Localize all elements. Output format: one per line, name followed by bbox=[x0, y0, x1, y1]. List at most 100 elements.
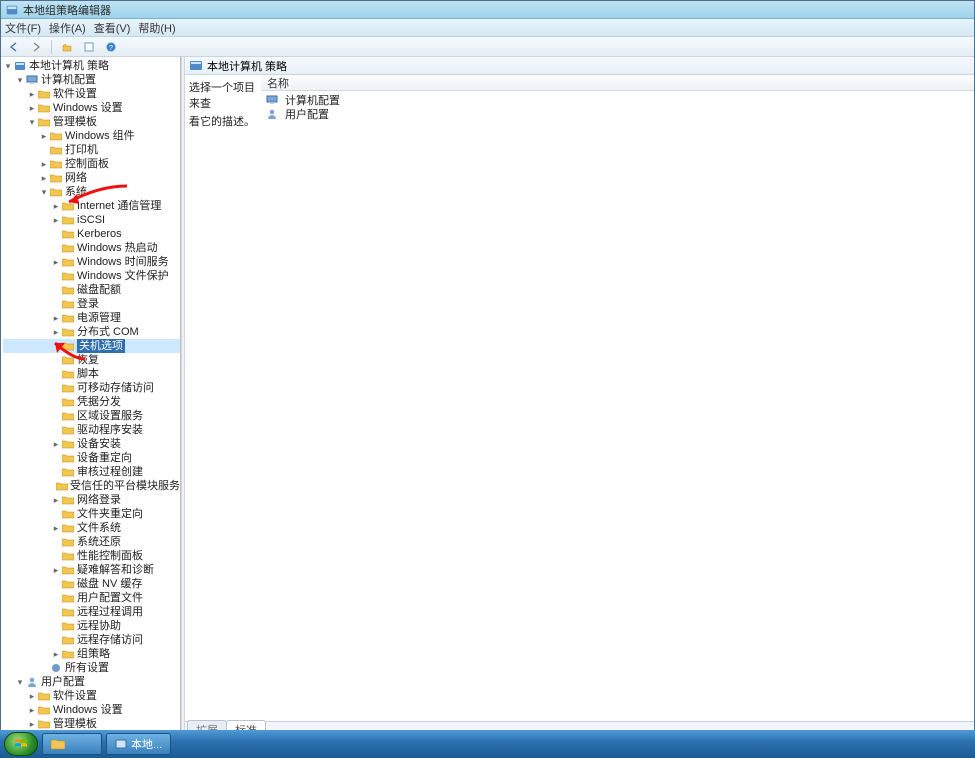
tree-all-settings[interactable]: 所有设置 bbox=[3, 661, 180, 675]
column-header-name[interactable]: 名称 bbox=[261, 75, 974, 91]
expand-icon[interactable]: ▸ bbox=[51, 563, 61, 577]
expand-icon[interactable]: ▸ bbox=[39, 171, 49, 185]
tree-user-profiles[interactable]: 用户配置文件 bbox=[3, 591, 180, 605]
taskbar-explorer-button[interactable] bbox=[42, 733, 102, 755]
folder-icon bbox=[37, 116, 51, 128]
titlebar: 本地组策略编辑器 bbox=[1, 1, 974, 19]
tree-folder-redirection[interactable]: 文件夹重定向 bbox=[3, 507, 180, 521]
toolbar-back-button[interactable] bbox=[5, 39, 23, 55]
toolbar-help-button[interactable]: ? bbox=[102, 39, 120, 55]
tree-system[interactable]: ▾系统 bbox=[3, 185, 180, 199]
tree-shutdown-options[interactable]: 关机选项 bbox=[3, 339, 180, 353]
tree-scripts[interactable]: 脚本 bbox=[3, 367, 180, 381]
folder-icon bbox=[61, 382, 75, 394]
folder-icon bbox=[61, 536, 75, 548]
tree-windows-settings[interactable]: ▸Windows 设置 bbox=[3, 101, 180, 115]
toolbar-forward-button[interactable] bbox=[27, 39, 45, 55]
tree-kerberos[interactable]: Kerberos bbox=[3, 227, 180, 241]
tree-label: 系统还原 bbox=[77, 535, 121, 549]
tree-group-policy[interactable]: ▸组策略 bbox=[3, 647, 180, 661]
tree-computer-config[interactable]: ▾ 计算机配置 bbox=[3, 73, 180, 87]
expand-icon[interactable]: ▸ bbox=[39, 157, 49, 171]
expand-icon[interactable]: ▸ bbox=[51, 255, 61, 269]
tree-pane[interactable]: ▾ 本地计算机 策略 ▾ 计算机配置 ▸软件设置 ▸Windows 设置 ▾管理… bbox=[1, 57, 181, 739]
tree-admin-templates-2[interactable]: ▸管理模板 bbox=[3, 717, 180, 731]
tree-label: 文件夹重定向 bbox=[77, 507, 143, 521]
tree-windows-components[interactable]: ▸Windows 组件 bbox=[3, 129, 180, 143]
tree-windows-hotstart[interactable]: Windows 热启动 bbox=[3, 241, 180, 255]
expand-icon[interactable]: ▸ bbox=[27, 703, 37, 717]
tree-system-restore[interactable]: 系统还原 bbox=[3, 535, 180, 549]
folder-icon bbox=[61, 564, 75, 576]
tree-user-config[interactable]: ▾用户配置 bbox=[3, 675, 180, 689]
expand-icon[interactable]: ▾ bbox=[39, 185, 49, 199]
start-button[interactable] bbox=[4, 732, 38, 756]
tree-locale-services[interactable]: 区域设置服务 bbox=[3, 409, 180, 423]
tree-tpm-services[interactable]: 受信任的平台模块服务 bbox=[3, 479, 180, 493]
menu-view[interactable]: 查看(V) bbox=[94, 20, 131, 36]
expand-icon[interactable]: ▸ bbox=[27, 87, 37, 101]
tree-driver-installation[interactable]: 驱动程序安装 bbox=[3, 423, 180, 437]
tree-software-settings[interactable]: ▸软件设置 bbox=[3, 87, 180, 101]
tree-iscsi[interactable]: ▸iSCSI bbox=[3, 213, 180, 227]
menu-file[interactable]: 文件(F) bbox=[5, 20, 41, 36]
tree-control-panel[interactable]: ▸控制面板 bbox=[3, 157, 180, 171]
tree-troubleshooting[interactable]: ▸疑难解答和诊断 bbox=[3, 563, 180, 577]
folder-icon bbox=[49, 130, 63, 142]
tree-logon[interactable]: 登录 bbox=[3, 297, 180, 311]
expand-icon[interactable]: ▸ bbox=[51, 325, 61, 339]
toolbar-up-button[interactable] bbox=[58, 39, 76, 55]
expand-icon[interactable]: ▸ bbox=[51, 213, 61, 227]
tree-network[interactable]: ▸网络 bbox=[3, 171, 180, 185]
menu-help[interactable]: 帮助(H) bbox=[138, 20, 175, 36]
expand-icon[interactable]: ▾ bbox=[3, 59, 13, 73]
expand-icon[interactable]: ▸ bbox=[51, 199, 61, 213]
tree-software-settings-2[interactable]: ▸软件设置 bbox=[3, 689, 180, 703]
tree-label: 文件系统 bbox=[77, 521, 121, 535]
tree-power-management[interactable]: ▸电源管理 bbox=[3, 311, 180, 325]
expand-icon[interactable]: ▸ bbox=[27, 717, 37, 731]
tree-device-redirection[interactable]: 设备重定向 bbox=[3, 451, 180, 465]
tree-recovery[interactable]: 恢复 bbox=[3, 353, 180, 367]
tree-distributed-com[interactable]: ▸分布式 COM bbox=[3, 325, 180, 339]
tree-rpc[interactable]: 远程过程调用 bbox=[3, 605, 180, 619]
tree-performance-cp[interactable]: 性能控制面板 bbox=[3, 549, 180, 563]
list-item-computer-config[interactable]: 计算机配置 bbox=[265, 93, 970, 107]
tree-internet-comm[interactable]: ▸Internet 通信管理 bbox=[3, 199, 180, 213]
list-item-user-config[interactable]: 用户配置 bbox=[265, 107, 970, 121]
tree-windows-settings-2[interactable]: ▸Windows 设置 bbox=[3, 703, 180, 717]
tree-removable-storage[interactable]: 可移动存储访问 bbox=[3, 381, 180, 395]
expand-icon[interactable]: ▸ bbox=[27, 101, 37, 115]
tree-admin-templates[interactable]: ▾管理模板 bbox=[3, 115, 180, 129]
tree-credential-delegation[interactable]: 凭据分发 bbox=[3, 395, 180, 409]
tree-windows-file-protection[interactable]: Windows 文件保护 bbox=[3, 269, 180, 283]
expand-icon[interactable]: ▸ bbox=[51, 311, 61, 325]
folder-icon bbox=[61, 634, 75, 646]
tree-audit-process-creation[interactable]: 审核过程创建 bbox=[3, 465, 180, 479]
folder-icon bbox=[61, 410, 75, 422]
taskbar-app-button[interactable]: 本地... bbox=[106, 733, 171, 755]
tree-root[interactable]: ▾ 本地计算机 策略 bbox=[3, 59, 180, 73]
expand-icon[interactable]: ▸ bbox=[27, 689, 37, 703]
toolbar-properties-button[interactable] bbox=[80, 39, 98, 55]
tree-remote-storage-access[interactable]: 远程存储访问 bbox=[3, 633, 180, 647]
expand-icon[interactable]: ▸ bbox=[51, 493, 61, 507]
tree-device-installation[interactable]: ▸设备安装 bbox=[3, 437, 180, 451]
tree-filesystem[interactable]: ▸ 文件系统 bbox=[3, 521, 180, 535]
tree-windows-time[interactable]: ▸Windows 时间服务 bbox=[3, 255, 180, 269]
tree-remote-assistance[interactable]: 远程协助 bbox=[3, 619, 180, 633]
tree-disk-quotas[interactable]: 磁盘配额 bbox=[3, 283, 180, 297]
expand-icon[interactable]: ▸ bbox=[51, 437, 61, 451]
expand-icon[interactable]: ▸ bbox=[51, 647, 61, 661]
expand-icon[interactable]: ▸ bbox=[51, 521, 61, 535]
tree-net-logon[interactable]: ▸网络登录 bbox=[3, 493, 180, 507]
tree-disk-nv-cache[interactable]: 磁盘 NV 缓存 bbox=[3, 577, 180, 591]
expand-icon[interactable]: ▾ bbox=[15, 73, 25, 87]
expand-icon[interactable]: ▸ bbox=[39, 129, 49, 143]
expand-icon[interactable]: ▾ bbox=[15, 675, 25, 689]
folder-icon bbox=[37, 690, 51, 702]
expand-icon[interactable]: ▾ bbox=[27, 115, 37, 129]
column-header-label: 名称 bbox=[267, 75, 289, 91]
menu-action[interactable]: 操作(A) bbox=[49, 20, 86, 36]
tree-printers[interactable]: 打印机 bbox=[3, 143, 180, 157]
